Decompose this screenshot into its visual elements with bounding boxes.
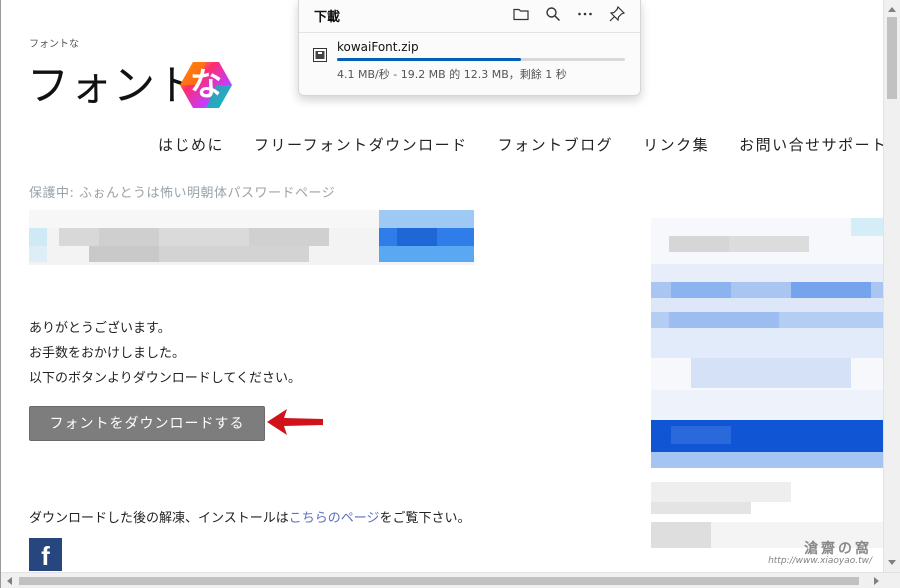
downloads-title: 下載 xyxy=(314,10,341,25)
watermark-url: http://www.xiaoyao.tw/ xyxy=(768,556,872,566)
site-tagline: フォントな xyxy=(29,39,79,50)
body-line-2: お手数をおかけしました。 xyxy=(29,346,186,361)
watermark-title: 滄齋の窩 xyxy=(804,541,872,557)
nav-item-blog[interactable]: フォントブログ xyxy=(498,134,614,155)
install-note: ダウンロードした後の解凍、インストールはこちらのページをご覧下さい。 xyxy=(29,507,471,526)
red-arrow-icon xyxy=(267,409,323,435)
more-icon[interactable] xyxy=(576,5,594,23)
nav-item-intro[interactable]: はじめに xyxy=(158,134,224,155)
install-guide-link[interactable]: こちらのページ xyxy=(289,511,380,526)
vertical-scrollbar[interactable] xyxy=(883,0,900,572)
download-font-button[interactable]: フォントをダウンロードする xyxy=(29,406,265,441)
logo-mark: な xyxy=(179,60,233,110)
search-icon[interactable] xyxy=(544,5,562,23)
logo-mark-char: な xyxy=(189,65,222,103)
horizontal-scroll-thumb[interactable] xyxy=(19,577,859,585)
site-logo[interactable]: フォント な xyxy=(27,60,237,112)
main-nav: はじめに フリーフォントダウンロード フォントブログ リンク集 お問い合せサポー… xyxy=(158,134,886,155)
zip-file-icon xyxy=(313,47,327,63)
watermark: 滄齋の窩 http://www.xiaoyao.tw/ xyxy=(760,538,872,570)
nav-item-links[interactable]: リンク集 xyxy=(643,134,709,155)
panel-divider xyxy=(299,32,640,33)
thank-you-text: ありがとうございます。 お手数をおかけしました。 以下のボタンよりダウンロードし… xyxy=(29,316,301,391)
scroll-down-icon[interactable] xyxy=(888,560,896,565)
facebook-icon[interactable]: f xyxy=(29,538,62,571)
folder-icon[interactable] xyxy=(512,5,530,23)
downloads-toolbar xyxy=(512,5,626,23)
page-title: 保護中: ふぉんとうは怖い明朝体パスワードページ xyxy=(29,186,336,201)
scroll-up-icon[interactable] xyxy=(888,7,896,12)
nav-item-free-fonts[interactable]: フリーフォントダウンロード xyxy=(254,134,468,155)
logo-text: フォント xyxy=(27,61,200,110)
body-line-3: 以下のボタンよりダウンロードしてください。 xyxy=(29,371,301,386)
install-note-after: をご覧下さい。 xyxy=(379,511,471,526)
browser-page: フォントな フォント な はじめに フリーフォントダウンロード フォントブログ … xyxy=(0,0,900,588)
download-status: 4.1 MB/秒 - 19.2 MB 的 12.3 MB，剩餘 1 秒 xyxy=(337,68,567,81)
install-note-before: ダウンロードした後の解凍、インストールは xyxy=(29,511,289,526)
pin-icon[interactable] xyxy=(608,5,626,23)
download-progress-bar xyxy=(337,58,625,61)
body-line-1: ありがとうございます。 xyxy=(29,321,171,336)
scroll-left-icon[interactable] xyxy=(7,577,12,585)
vertical-scroll-thumb[interactable] xyxy=(887,17,897,99)
downloads-panel: 下載 kowaiFont.zip 4.1 MB/秒 - 19.2 MB 的 12… xyxy=(298,0,641,96)
nav-item-contact[interactable]: お問い合せサポート xyxy=(739,134,888,155)
horizontal-scrollbar[interactable] xyxy=(1,572,900,588)
download-progress-fill xyxy=(337,58,522,61)
scroll-right-icon[interactable] xyxy=(874,577,879,585)
download-file-name[interactable]: kowaiFont.zip xyxy=(337,40,419,54)
